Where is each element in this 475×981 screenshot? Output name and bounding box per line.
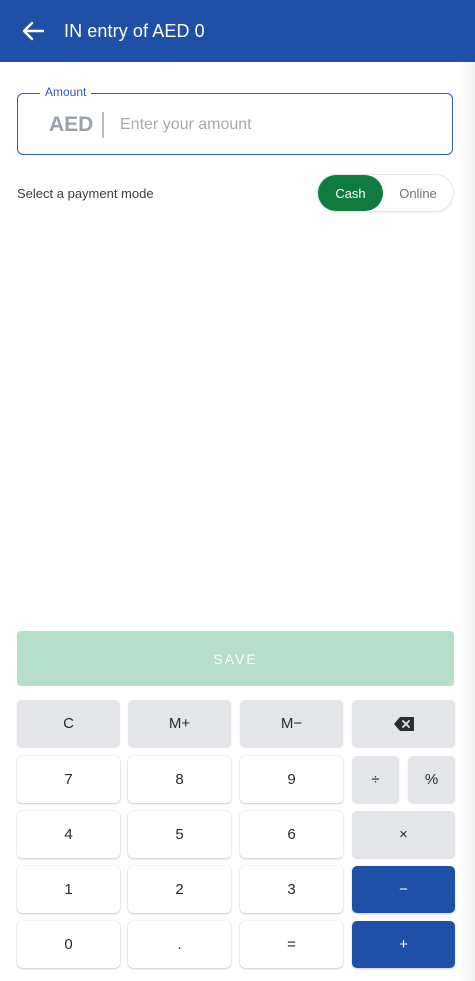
currency-prefix: AED (49, 113, 94, 136)
app-bar: IN entry of AED 0 (0, 0, 475, 62)
prefix-divider (102, 112, 104, 138)
key-multiply[interactable]: × (352, 811, 455, 858)
key-8[interactable]: 8 (128, 756, 231, 803)
key-4[interactable]: 4 (17, 811, 120, 858)
edge-shadow (459, 62, 475, 981)
key-9[interactable]: 9 (240, 756, 343, 803)
key-memory-add[interactable]: M+ (128, 700, 231, 747)
payment-mode-label: Select a payment mode (17, 186, 154, 201)
key-backspace[interactable] (352, 700, 455, 747)
key-0[interactable]: 0 (17, 921, 120, 968)
payment-mode-cash[interactable]: Cash (318, 175, 383, 211)
amount-label: Amount (40, 85, 92, 99)
payment-mode-online[interactable]: Online (383, 175, 453, 211)
key-memory-subtract[interactable]: M− (240, 700, 343, 747)
key-percent[interactable]: % (408, 756, 455, 803)
backspace-icon (393, 716, 414, 731)
key-minus[interactable]: − (352, 866, 455, 913)
key-1[interactable]: 1 (17, 866, 120, 913)
key-5[interactable]: 5 (128, 811, 231, 858)
key-decimal[interactable]: . (128, 921, 231, 968)
key-divide[interactable]: ÷ (352, 756, 399, 803)
key-3[interactable]: 3 (240, 866, 343, 913)
save-button[interactable]: SAVE (17, 631, 454, 686)
key-clear[interactable]: C (17, 700, 120, 747)
key-equals[interactable]: = (240, 921, 343, 968)
key-6[interactable]: 6 (240, 811, 343, 858)
key-plus[interactable]: + (352, 921, 455, 968)
back-button[interactable] (20, 18, 46, 44)
key-2[interactable]: 2 (128, 866, 231, 913)
arrow-left-icon (22, 21, 44, 41)
payment-mode-toggle: Cash Online (318, 175, 453, 211)
amount-field[interactable]: Amount AED (17, 85, 453, 155)
page-title: IN entry of AED 0 (64, 20, 205, 41)
key-7[interactable]: 7 (17, 756, 120, 803)
amount-input[interactable] (120, 110, 420, 140)
